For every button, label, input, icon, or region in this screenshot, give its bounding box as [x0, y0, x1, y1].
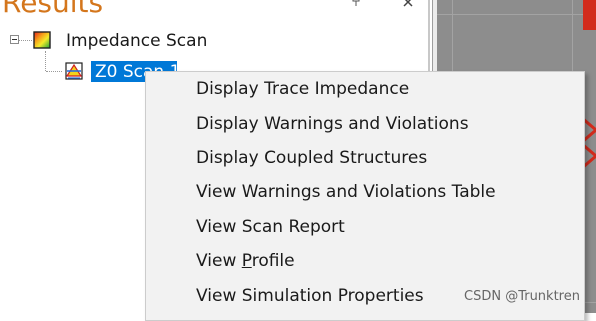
- tree-connector: [45, 51, 46, 71]
- menu-item-display-warnings-violations[interactable]: Display Warnings and Violations: [196, 107, 469, 141]
- pin-icon[interactable]: [350, 0, 364, 12]
- context-menu: Display Trace Impedance Display Warnings…: [145, 71, 585, 321]
- menu-item-view-scan-report[interactable]: View Scan Report: [196, 210, 345, 244]
- panel-title: Results: [2, 0, 104, 19]
- menu-item-accelerator: P: [241, 251, 252, 271]
- menu-item-display-trace-impedance[interactable]: Display Trace Impedance: [196, 72, 409, 106]
- menu-item-view-profile[interactable]: View Profile: [196, 244, 295, 278]
- close-icon[interactable]: [402, 0, 416, 12]
- tree-connector: [19, 40, 32, 41]
- tree-item-impedance-scan[interactable]: Impedance Scan: [66, 31, 207, 51]
- menu-item-label-start: View: [196, 251, 242, 271]
- canvas-trace: [583, 0, 596, 30]
- menu-item-display-coupled-structures[interactable]: Display Coupled Structures: [196, 141, 427, 175]
- canvas-grid-line: [437, 14, 596, 15]
- watermark: CSDN @Trunktren: [464, 289, 580, 304]
- menu-item-view-warnings-violations-table[interactable]: View Warnings and Violations Table: [196, 175, 496, 209]
- menu-item-view-simulation-properties[interactable]: View Simulation Properties: [196, 279, 424, 313]
- menu-item-label-end: rofile: [251, 251, 295, 271]
- impedance-scan-icon: [33, 31, 51, 49]
- tree-connector: [46, 71, 62, 72]
- tree-collapse-toggle[interactable]: [10, 35, 19, 44]
- scan-result-icon: [65, 62, 83, 80]
